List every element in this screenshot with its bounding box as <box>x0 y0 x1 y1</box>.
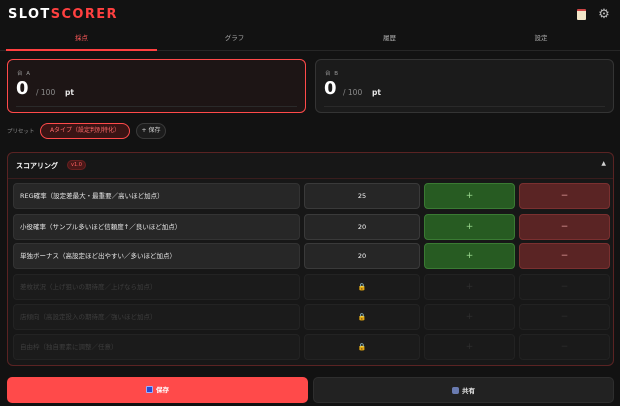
score-card-machine-b[interactable]: 台 B 0 / 100 pt <box>315 59 614 113</box>
lock-icon: 🔒 <box>304 304 420 330</box>
tab-history-label: 履歴 <box>383 34 396 42</box>
version-badge: v1.0 <box>67 160 86 170</box>
collapse-icon[interactable]: ▲ <box>601 160 606 167</box>
lock-icon: 🔒 <box>304 274 420 300</box>
score-max: / 100 <box>36 88 56 97</box>
save-preset-button[interactable]: + 保存 <box>136 123 166 139</box>
scoring-row: 単独ボーナス（高設定ほど出やすい／多いほど加点） 20 + − <box>13 243 610 269</box>
app-logo: SLOTSCORER <box>8 7 118 22</box>
top-bar: SLOTSCORER ⚙ <box>0 0 620 30</box>
share-button-label: 共有 <box>462 387 475 395</box>
decrement-button: − <box>519 304 610 330</box>
criterion-label: 店傾向（高設定投入の期待度／強いほど加点） <box>13 304 300 330</box>
share-button[interactable]: 共有 <box>313 377 614 403</box>
score-unit: pt <box>372 88 381 97</box>
decrement-button: − <box>519 274 610 300</box>
score-card-label: 台 A <box>17 71 32 77</box>
score-card-label: 台 B <box>325 71 340 77</box>
score-value: 0 <box>324 78 337 99</box>
scoring-row-locked: 差枚状況（上げ狙いの期待度／上げなら加点） 🔒 + − <box>13 274 610 300</box>
decrement-button: − <box>519 334 610 360</box>
decrement-button[interactable]: − <box>519 214 610 240</box>
tab-settings[interactable]: 設定 <box>467 30 615 51</box>
weight-value[interactable]: 20 <box>304 214 420 240</box>
scoring-panel: スコアリング v1.0 ▲ REG確率（設定差最大・最重要／高いほど加点） 25… <box>7 152 614 366</box>
increment-button: + <box>424 274 515 300</box>
preset-chip-a-type[interactable]: Aタイプ（設定判別特化） <box>40 123 130 139</box>
tab-scoring[interactable]: 採点 <box>6 30 157 51</box>
scoring-panel-header[interactable]: スコアリング v1.0 ▲ <box>8 153 613 179</box>
tab-settings-label: 設定 <box>534 34 548 42</box>
tab-bar: 採点 グラフ 履歴 設定 <box>0 30 620 51</box>
score-unit: pt <box>65 88 74 97</box>
save-button-label: 保存 <box>156 386 169 394</box>
weight-value[interactable]: 20 <box>304 243 420 269</box>
weight-value[interactable]: 25 <box>304 183 420 209</box>
decrement-button[interactable]: − <box>519 243 610 269</box>
score-card-machine-a[interactable]: 台 A 0 / 100 pt <box>7 59 306 113</box>
criterion-label: 差枚状況（上げ狙いの期待度／上げなら加点） <box>13 274 300 300</box>
increment-button[interactable]: + <box>424 243 515 269</box>
score-value: 0 <box>16 78 29 99</box>
scoring-row-locked: 自由枠（独自要素に調整／任意） 🔒 + − <box>13 334 610 360</box>
share-icon <box>452 387 459 394</box>
preset-label: プリセット <box>7 129 35 135</box>
tab-history[interactable]: 履歴 <box>312 30 467 51</box>
criterion-label: 単独ボーナス（高設定ほど出やすい／多いほど加点） <box>13 243 300 269</box>
tab-graph-label: グラフ <box>224 34 245 42</box>
criterion-label: 自由枠（独自要素に調整／任意） <box>13 334 300 360</box>
active-tab-indicator <box>6 49 157 51</box>
logo-part-scorer: SCORER <box>50 7 118 22</box>
score-max: / 100 <box>343 88 363 97</box>
logo-part-slot: SLOT <box>8 7 51 22</box>
gear-icon[interactable]: ⚙ <box>597 8 611 22</box>
score-progress-track <box>324 106 605 107</box>
criterion-label: 小役確率（サンプル多いほど信頼度↑／良いほど加点） <box>13 214 300 240</box>
increment-button[interactable]: + <box>424 183 515 209</box>
increment-button: + <box>424 334 515 360</box>
decrement-button[interactable]: − <box>519 183 610 209</box>
scoring-panel-title: スコアリング <box>16 162 58 170</box>
save-button[interactable]: 保存 <box>7 377 308 403</box>
clipboard-icon[interactable] <box>574 8 588 22</box>
floppy-disk-icon <box>146 386 153 393</box>
scoring-row: 小役確率（サンプル多いほど信頼度↑／良いほど加点） 20 + − <box>13 214 610 240</box>
increment-button[interactable]: + <box>424 214 515 240</box>
tab-scoring-label: 採点 <box>75 34 88 42</box>
lock-icon: 🔒 <box>304 334 420 360</box>
increment-button: + <box>424 304 515 330</box>
score-progress-track <box>16 106 297 107</box>
preset-bar: プリセット Aタイプ（設定判別特化） + 保存 <box>0 122 620 140</box>
criterion-label: REG確率（設定差最大・最重要／高いほど加点） <box>13 183 300 209</box>
tab-graph[interactable]: グラフ <box>157 30 312 51</box>
scoring-row: REG確率（設定差最大・最重要／高いほど加点） 25 + − <box>13 183 610 209</box>
scoring-row-locked: 店傾向（高設定投入の期待度／強いほど加点） 🔒 + − <box>13 304 610 330</box>
